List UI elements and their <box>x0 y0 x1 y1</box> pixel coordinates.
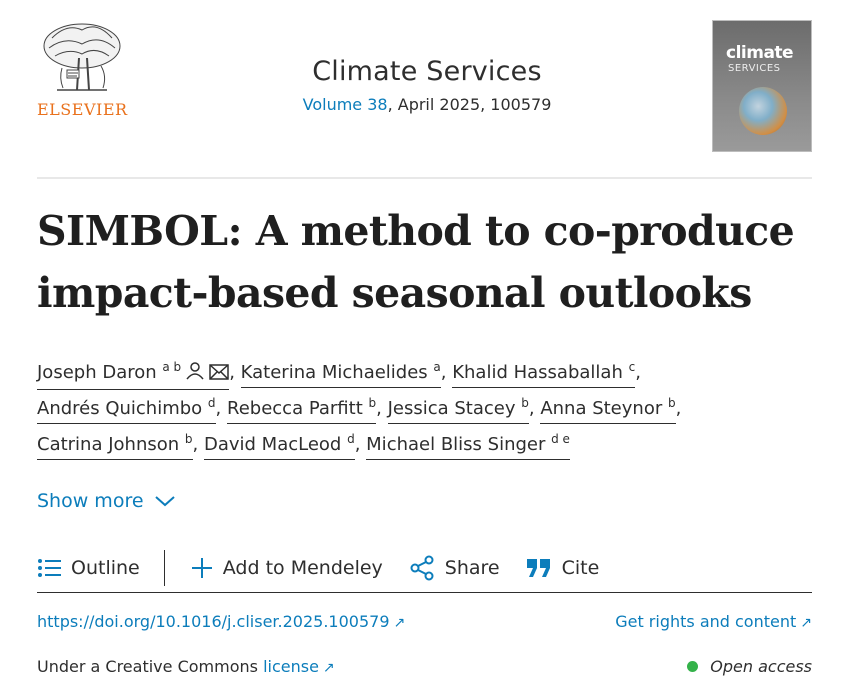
author-affiliation: b <box>521 396 529 410</box>
author-name: Rebecca Parfitt <box>227 398 363 419</box>
author-link[interactable]: Andrés Quichimbo d <box>37 397 216 424</box>
toolbar-divider <box>37 592 812 593</box>
outline-button[interactable]: Outline <box>37 557 140 579</box>
header-divider <box>37 177 812 179</box>
tree-icon <box>43 23 121 91</box>
license-prefix: Under a Creative Commons <box>37 657 264 676</box>
author-affiliation: d <box>207 396 216 410</box>
author-name: Catrina Johnson <box>37 434 180 455</box>
issue-info: Volume 38, April 2025, 100579 <box>247 95 607 114</box>
doi-link[interactable]: https://doi.org/10.1016/j.cliser.2025.10… <box>37 612 405 631</box>
author-name: Andrés Quichimbo <box>37 398 203 419</box>
author-link[interactable]: David MacLeod d <box>203 432 355 460</box>
cover-subtitle: SERVICES <box>728 63 781 74</box>
author-affiliation: a <box>433 360 441 374</box>
author-link[interactable]: Joseph Daron a b <box>37 360 230 390</box>
author-name: Jessica Stacey <box>387 398 516 419</box>
license-link[interactable]: license ↗ <box>263 657 335 676</box>
external-link-icon: ↗ <box>393 615 406 631</box>
author-name: Michael Bliss Singer <box>366 434 546 455</box>
author-affiliation: d e <box>551 432 570 446</box>
external-link-icon: ↗ <box>800 615 812 631</box>
author-name: David MacLeod <box>203 434 342 455</box>
article-title-line2: impact-based seasonal outlooks <box>37 269 752 317</box>
publisher-name: ELSEVIER <box>37 100 128 119</box>
author-link[interactable]: Jessica Stacey b <box>387 396 529 424</box>
author-link[interactable]: Michael Bliss Singer d e <box>366 433 570 460</box>
external-link-icon: ↗ <box>322 660 335 676</box>
open-access-dot-icon <box>687 661 699 672</box>
open-access-label: Open access <box>710 657 812 676</box>
author-affiliation: c <box>628 360 636 374</box>
toolbar-separator <box>163 550 165 586</box>
email-icon[interactable] <box>209 363 229 387</box>
open-access-badge: Open access <box>687 657 812 676</box>
list-icon <box>38 559 61 577</box>
license-link-label: license <box>263 657 319 676</box>
journal-info: Climate Services Volume 38, April 2025, … <box>247 56 607 114</box>
rights-label: Get rights and content <box>615 612 797 631</box>
license-notice: Under a Creative Commons license ↗ <box>37 657 335 676</box>
author-link[interactable]: Rebecca Parfitt b <box>227 396 377 424</box>
author-link[interactable]: Catrina Johnson b <box>37 433 193 460</box>
journal-title[interactable]: Climate Services <box>247 56 607 87</box>
journal-cover[interactable]: climate SERVICES <box>712 20 812 152</box>
add-to-mendeley-button[interactable]: Add to Mendeley <box>191 557 383 579</box>
cite-button[interactable]: Cite <box>526 557 600 579</box>
author-affiliation: a b <box>162 360 182 374</box>
article-toolbar: Outline Add to Mendeley Share Cite <box>37 543 812 593</box>
plus-icon <box>191 558 212 578</box>
share-icon <box>410 555 434 581</box>
journal-header: ELSEVIER Climate Services Volume 38, Apr… <box>37 18 812 158</box>
article-title: SIMBOL: A method to co-produce impact-ba… <box>37 200 812 324</box>
author-name: Khalid Hassaballah <box>452 362 623 383</box>
author-name: Katerina Michaelides <box>240 362 428 383</box>
cover-title: climate <box>726 43 794 63</box>
cite-label: Cite <box>561 557 600 579</box>
share-label: Share <box>444 557 500 579</box>
show-more-button[interactable]: Show more <box>37 490 176 512</box>
show-more-label: Show more <box>37 490 144 512</box>
author-link[interactable]: Anna Steynor b <box>540 396 676 424</box>
article-title-line1: SIMBOL: A method to co-produce <box>37 207 795 255</box>
outline-label: Outline <box>71 557 140 579</box>
author-name: Joseph Daron <box>37 362 157 383</box>
volume-link[interactable]: Volume 38 <box>303 95 388 114</box>
author-affiliation: b <box>368 396 377 410</box>
cover-globe-image <box>739 87 787 135</box>
issue-details: , April 2025, 100579 <box>387 95 552 114</box>
doi-label: https://doi.org/10.1016/j.cliser.2025.10… <box>37 612 390 631</box>
author-affiliation: b <box>184 432 193 446</box>
author-name: Anna Steynor <box>540 398 663 419</box>
quote-icon <box>526 559 550 577</box>
rights-link[interactable]: Get rights and content ↗ <box>615 612 812 631</box>
author-link[interactable]: Katerina Michaelides a <box>240 360 441 388</box>
author-affiliation: b <box>667 396 676 410</box>
person-icon <box>185 362 205 387</box>
author-link[interactable]: Khalid Hassaballah c <box>452 360 636 388</box>
elsevier-logo[interactable]: ELSEVIER <box>37 18 128 119</box>
mendeley-label: Add to Mendeley <box>222 557 383 579</box>
author-list: Joseph Daron a b, Katerina Michaelides a… <box>37 355 812 463</box>
share-button[interactable]: Share <box>409 555 500 581</box>
author-affiliation: d <box>347 432 355 446</box>
chevron-down-icon <box>154 496 175 507</box>
